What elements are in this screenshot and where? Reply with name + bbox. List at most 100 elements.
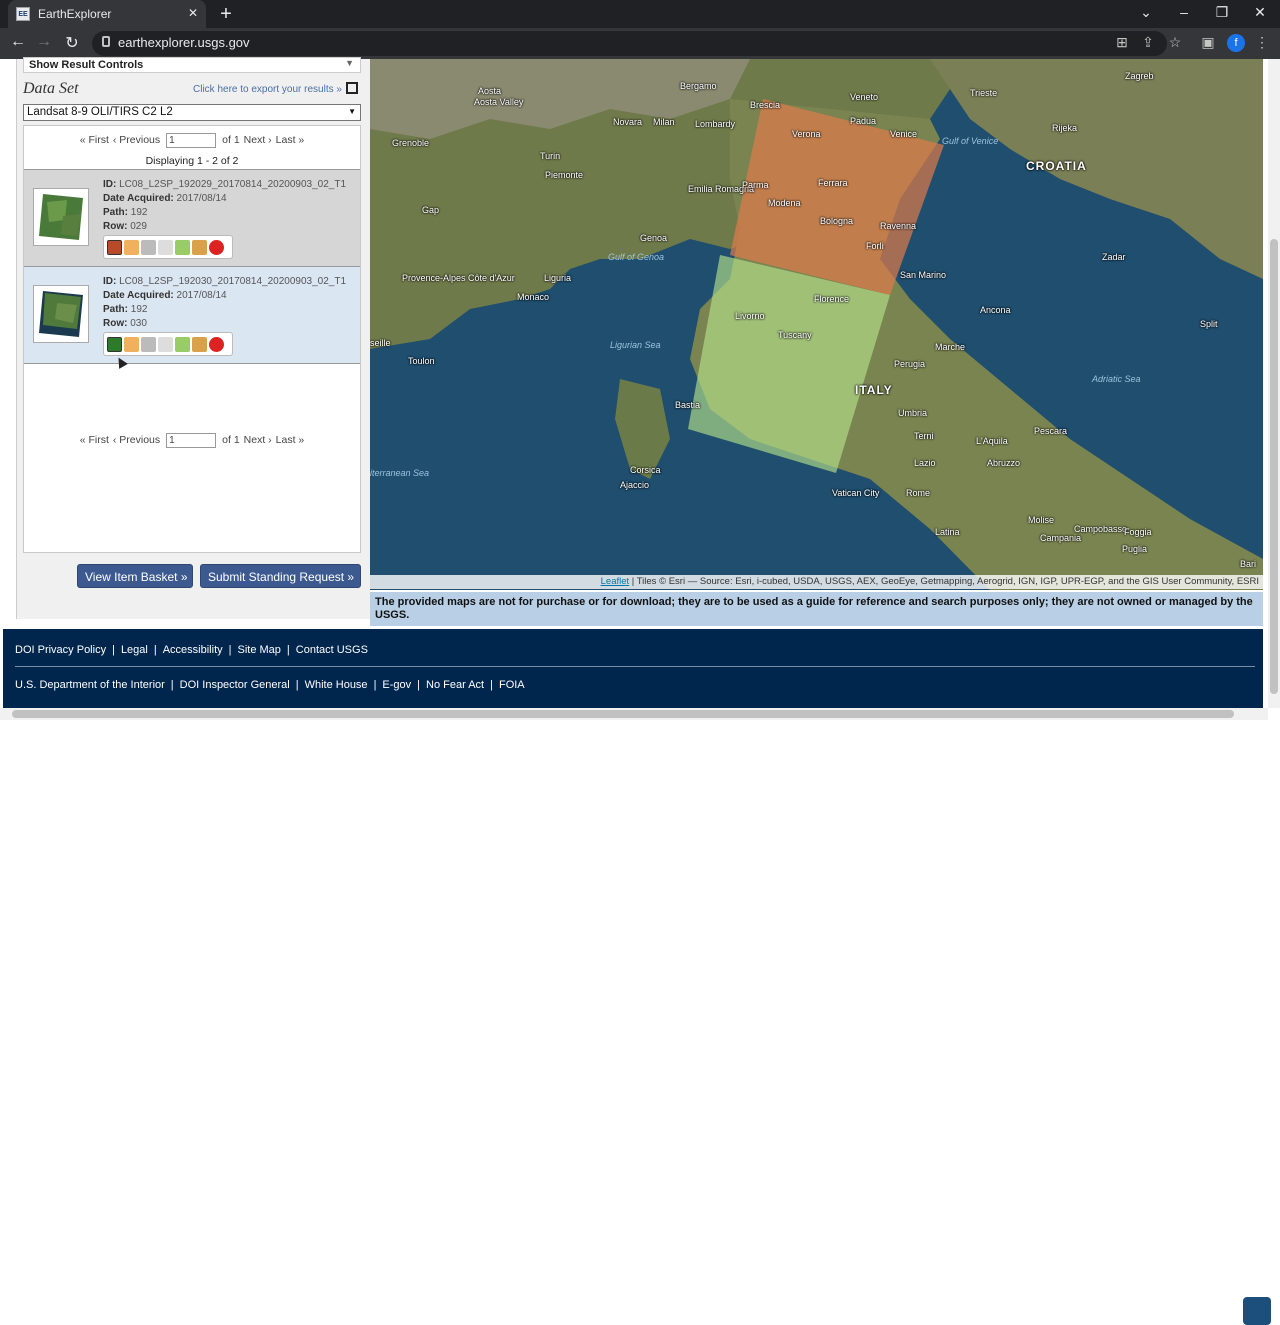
map-place-label: Monaco <box>517 292 550 302</box>
add-to-bulk-icon[interactable] <box>192 336 207 352</box>
pager-of-text: of 1 <box>222 434 240 446</box>
result-thumbnail[interactable] <box>33 188 89 246</box>
map-place-label: Genoa <box>640 233 668 243</box>
pager-first-link[interactable]: « First <box>80 434 109 446</box>
scrollbar-thumb[interactable] <box>12 710 1234 718</box>
pager-last-link[interactable]: Last » <box>276 134 305 146</box>
url-text: earthexplorer.usgs.gov <box>118 35 250 50</box>
dataset-select[interactable]: Landsat 8-9 OLI/TIRS C2 L2 ▼ <box>23 104 361 121</box>
footer-link[interactable]: Contact USGS <box>296 644 368 656</box>
download-icon[interactable] <box>175 336 190 352</box>
export-results-link[interactable]: Click here to export your results » <box>193 84 342 95</box>
side-panel-icon[interactable]: ▣ <box>1198 34 1218 51</box>
compare-icon[interactable] <box>158 336 173 352</box>
close-window-icon[interactable]: ✕ <box>1250 4 1270 21</box>
footer-link[interactable]: FOIA <box>499 679 525 691</box>
close-tab-icon[interactable]: ✕ <box>188 6 198 20</box>
map-place-label: Ligurian Sea <box>610 340 661 350</box>
map-place-label: Campobasso <box>1074 524 1128 534</box>
show-result-controls-toggle[interactable]: Show Result Controls ▼ <box>23 57 361 73</box>
pager-last-link[interactable]: Last » <box>276 434 305 446</box>
download-icon[interactable] <box>175 239 190 255</box>
results-list: « First ‹ Previous 1 of 1 Next › Last » … <box>23 125 361 553</box>
minimize-icon[interactable]: – <box>1174 4 1194 20</box>
footer-link[interactable]: Legal <box>121 644 148 656</box>
add-to-bulk-icon[interactable] <box>192 239 207 255</box>
address-bar[interactable]: earthexplorer.usgs.gov <box>92 31 1167 56</box>
browse-overlay-icon[interactable] <box>124 336 139 352</box>
chevron-down-icon: ▼ <box>348 107 356 116</box>
browser-menu-icon[interactable]: ⋮ <box>1252 34 1272 51</box>
footer-divider <box>15 666 1255 667</box>
page-number-input[interactable]: 1 <box>166 132 217 148</box>
compare-icon[interactable] <box>158 239 173 255</box>
footer-separator: | <box>228 644 232 656</box>
dataset-select-value: Landsat 8-9 OLI/TIRS C2 L2 <box>27 106 173 118</box>
footer-link[interactable]: Accessibility <box>163 644 223 656</box>
share-icon[interactable]: ⇪ <box>1138 34 1158 51</box>
map-place-label: Brescia <box>750 100 781 110</box>
show-metadata-icon[interactable] <box>141 336 156 352</box>
browser-tab[interactable]: EE EarthExplorer ✕ <box>8 0 206 28</box>
map-place-label: Novara <box>613 117 643 127</box>
result-item[interactable]: ID: LC08_L2SP_192030_20170814_20200903_0… <box>24 266 360 364</box>
map-place-label: Umbria <box>898 408 928 418</box>
map-place-label: Forlì <box>866 241 884 251</box>
result-item[interactable]: ID: LC08_L2SP_192029_20170814_20200903_0… <box>24 169 360 267</box>
footer-separator: | <box>286 644 290 656</box>
maximize-icon[interactable]: ❐ <box>1212 4 1232 21</box>
pager-bottom: « First ‹ Previous 1 of 1 Next › Last » <box>24 432 360 448</box>
map-place-label: Bologna <box>820 216 854 226</box>
pager-next-link[interactable]: Next › <box>244 134 272 146</box>
footer-link[interactable]: DOI Privacy Policy <box>15 644 106 656</box>
chat-icon[interactable] <box>1243 1297 1271 1325</box>
map-place-label: Bergamo <box>680 81 717 91</box>
new-tab-icon[interactable]: + <box>216 3 236 26</box>
pager-first-link[interactable]: « First <box>80 134 109 146</box>
map-place-label: Adriatic Sea <box>1092 374 1141 384</box>
tab-search-icon[interactable]: ⌄ <box>1136 4 1156 21</box>
earthexplorer-favicon-icon: EE <box>16 7 30 21</box>
export-icon[interactable] <box>346 82 358 94</box>
pager-previous-link[interactable]: ‹ Previous <box>113 434 160 446</box>
result-actions <box>103 235 233 259</box>
footer-link[interactable]: Site Map <box>237 644 280 656</box>
map-view[interactable]: Bergamo Brescia Veneto Trieste Zagreb Aosta Ao… <box>370 59 1263 590</box>
translate-icon[interactable]: ⊞ <box>1112 34 1132 51</box>
forward-icon[interactable]: → <box>34 33 54 51</box>
pager-next-link[interactable]: Next › <box>244 434 272 446</box>
footer-link[interactable]: DOI Inspector General <box>180 679 290 691</box>
footer-link[interactable]: U.S. Department of the Interior <box>15 679 165 691</box>
submit-standing-request-button[interactable]: Submit Standing Request » <box>200 564 361 588</box>
bookmark-star-icon[interactable]: ☆ <box>1165 34 1185 51</box>
chevron-down-icon: ▼ <box>345 58 354 68</box>
reload-icon[interactable]: ↻ <box>62 33 82 53</box>
footer-separator: | <box>170 679 174 691</box>
displaying-count: Displaying 1 - 2 of 2 <box>145 155 239 167</box>
map-place-label: Zagreb <box>1125 71 1154 81</box>
vertical-scrollbar[interactable] <box>1268 59 1280 708</box>
show-metadata-icon[interactable] <box>141 239 156 255</box>
footprint-toggle-icon[interactable] <box>107 239 122 255</box>
map-place-label: Ajaccio <box>620 480 650 490</box>
profile-avatar[interactable]: f <box>1227 34 1245 52</box>
footer-link[interactable]: White House <box>305 679 368 691</box>
footprint-toggle-icon[interactable] <box>107 336 122 352</box>
pager-of-text: of 1 <box>222 134 240 146</box>
map-place-label: Milan <box>653 117 675 127</box>
search-results-panel: Show Result Controls ▼ Data Set Click he… <box>16 57 370 619</box>
back-icon[interactable]: ← <box>8 33 28 51</box>
browse-overlay-icon[interactable] <box>124 239 139 255</box>
view-item-basket-button[interactable]: View Item Basket » <box>77 564 193 588</box>
leaflet-link[interactable]: Leaflet <box>601 576 630 587</box>
result-thumbnail[interactable] <box>33 285 89 343</box>
exclude-scene-icon[interactable] <box>209 239 224 255</box>
scrollbar-thumb[interactable] <box>1270 239 1278 694</box>
footer-link[interactable]: E-gov <box>382 679 411 691</box>
horizontal-scrollbar[interactable] <box>0 708 1268 720</box>
exclude-scene-icon[interactable] <box>209 336 224 352</box>
footer-link[interactable]: No Fear Act <box>426 679 484 691</box>
page-number-input[interactable]: 1 <box>166 432 217 448</box>
map-place-label: Molise <box>1028 515 1055 525</box>
pager-previous-link[interactable]: ‹ Previous <box>113 134 160 146</box>
